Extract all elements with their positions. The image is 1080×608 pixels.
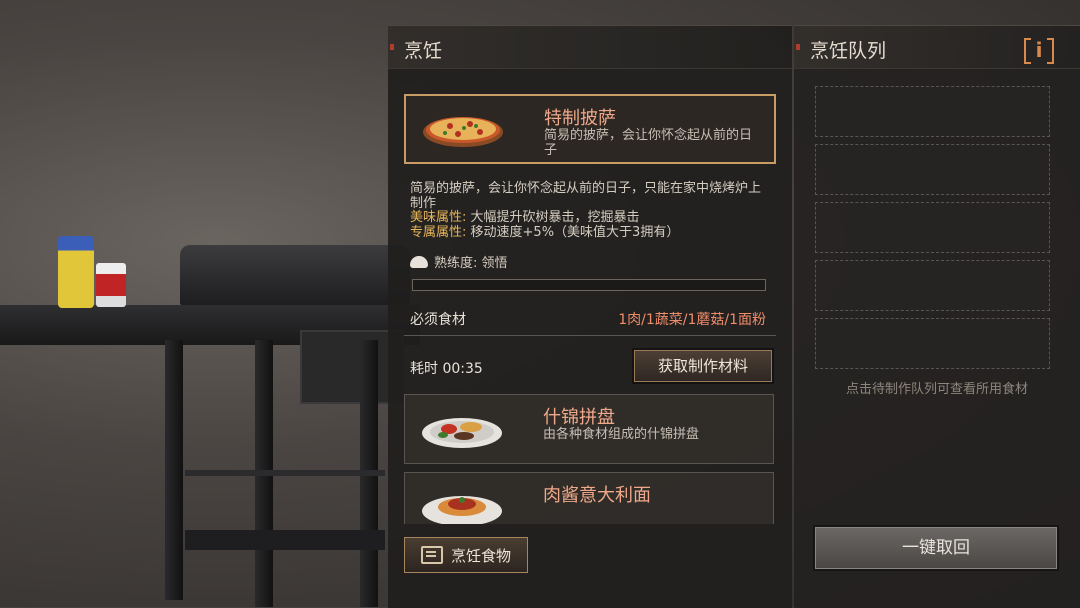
exclusive-attribute: 专属属性: 移动速度+5%（美味值大于3拥有） [410,224,772,241]
cook-time: 耗时 00:35 [410,361,483,377]
taste-attribute: 美味属性: 大幅提升砍树暴击，挖掘暴击 [410,210,772,226]
recipe-book-icon [420,546,443,564]
title-marker [390,44,394,50]
sauce-jar [96,263,126,307]
queue-slot[interactable] [815,260,1050,311]
recipe-name: 特制披萨 [544,108,616,129]
time-row: 耗时 00:35 获取制作材料 [404,340,776,386]
queue-title-bar: 烹饪队列 i [794,26,1080,69]
recipe-list[interactable]: 特制披萨 简易的披萨，会让你怀念起从前的日子 简易的披萨，会让你怀念起从前的日子… [404,94,776,524]
background-scene [0,0,420,607]
queue-title: 烹饪队列 [810,40,887,62]
spaghetti-icon [422,496,502,524]
recall-all-button[interactable]: 一键取回 [815,527,1057,569]
recipe-desc: 简易的披萨，会让你怀念起从前的日子 [544,128,753,158]
exclusive-key: 专属属性: [410,224,467,240]
recipe-name: 什锦拼盘 [543,407,615,428]
detail-text: 简易的披萨，会让你怀念起从前的日子，只能在家中烧烤炉上制作 美味属性: 大幅提升… [404,172,776,240]
exclusive-value: 移动速度+5%（美味值大于3拥有） [470,224,680,240]
queue-slot[interactable] [815,202,1050,253]
queue-hint: 点击待制作队列可查看所用食材 [845,382,1028,397]
ingredients-label: 必须食材 [410,312,466,328]
chef-hat-icon [410,255,428,268]
cooking-title-bar: 烹饪 [388,26,792,69]
sauce-bottle [58,236,94,308]
grill-lower-shelf [185,530,385,550]
ingredients-row: 必须食材 1肉/1蔬菜/1蘑菇/1面粉 [404,305,776,336]
taste-value: 大幅提升砍树暴击，挖掘暴击 [470,210,640,225]
title-marker [796,44,800,50]
grill-leg [165,340,183,600]
platter-icon [422,418,502,448]
mastery-label: 熟练度: 领悟 [434,256,508,271]
grill-shelf [185,470,385,476]
cook-food-label: 烹饪食物 [450,546,511,565]
recipe-detail: 简易的披萨，会让你怀念起从前的日子，只能在家中烧烤炉上制作 美味属性: 大幅提升… [404,172,776,386]
mastery-progress-bar [412,279,766,291]
recipe-card-spaghetti[interactable]: 肉酱意大利面 [404,472,774,524]
mastery-row: 熟练度: 领悟 [410,252,776,271]
cooking-panel: 烹饪 特制披萨 简易的披萨，会让你怀念起从前的日子 简易的披萨，会让你怀念起从前… [388,25,792,608]
queue-slot[interactable] [815,144,1050,195]
recipe-name: 肉酱意大利面 [543,485,651,506]
info-icon[interactable]: i [1024,38,1054,64]
queue-slot[interactable] [815,86,1050,137]
cooking-title: 烹饪 [404,40,443,62]
taste-key: 美味属性: [410,210,467,225]
ingredients-value: 1肉/1蔬菜/1蘑菇/1面粉 [618,312,766,328]
cook-food-button[interactable]: 烹饪食物 [404,537,528,573]
recipe-card-platter[interactable]: 什锦拼盘 由各种食材组成的什锦拼盘 [404,394,774,464]
cooking-queue-panel: 烹饪队列 i 点击待制作队列可查看所用食材 一键取回 [794,25,1080,608]
get-materials-button[interactable]: 获取制作材料 [634,350,772,382]
pizza-icon [423,117,503,147]
recipe-card-pizza[interactable]: 特制披萨 简易的披萨，会让你怀念起从前的日子 [404,94,776,164]
grill-lid [180,245,410,305]
detail-description: 简易的披萨，会让你怀念起从前的日子，只能在家中烧烤炉上制作 [410,181,762,211]
recipe-desc: 由各种食材组成的什锦拼盘 [543,427,700,442]
queue-slot[interactable] [815,318,1050,369]
